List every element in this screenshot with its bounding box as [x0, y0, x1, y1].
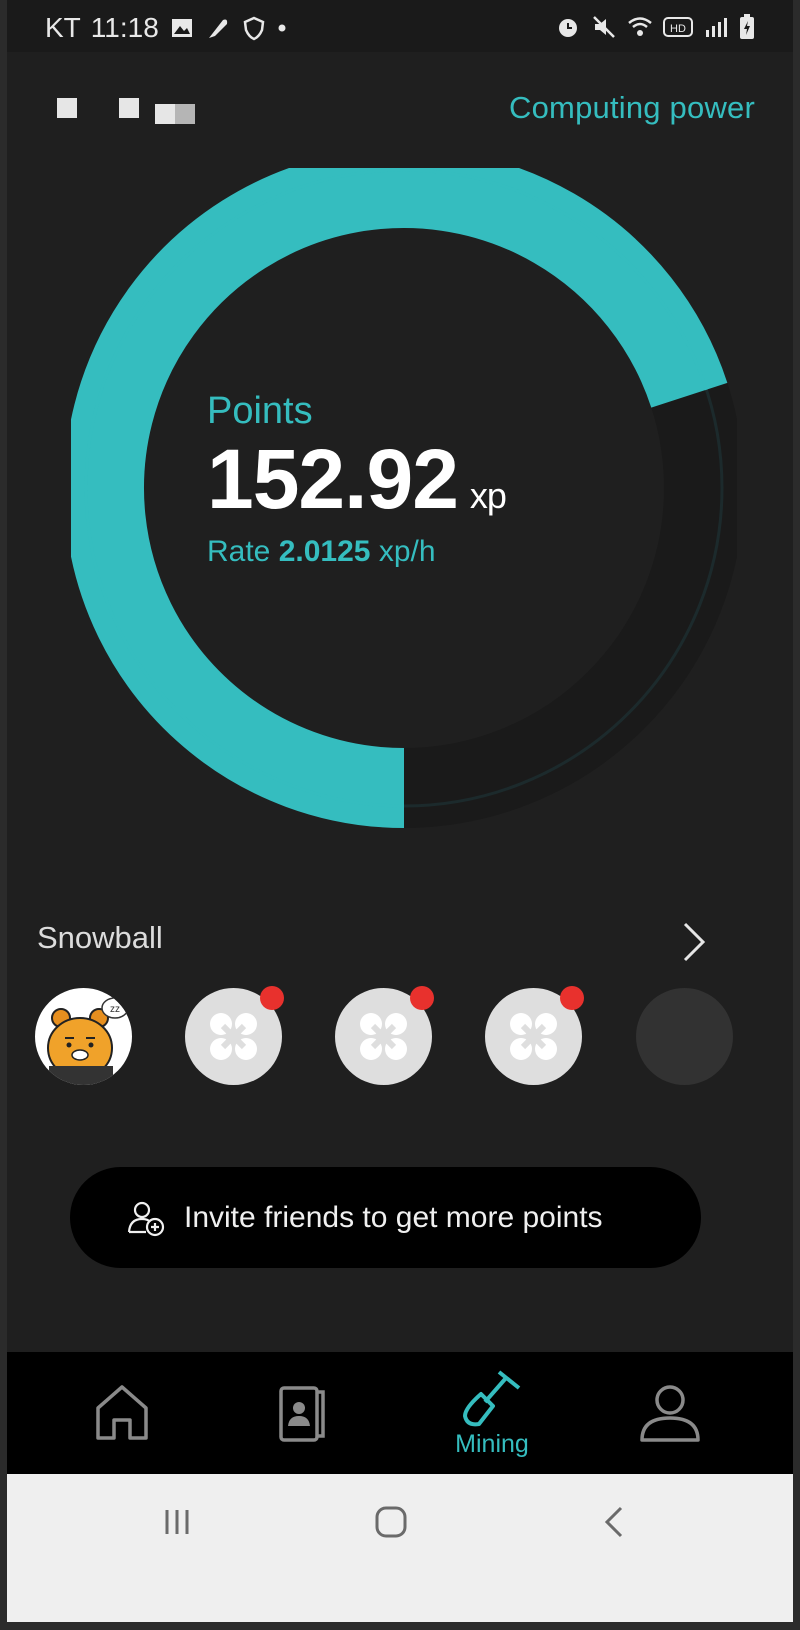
- member-avatar-placeholder[interactable]: [335, 986, 434, 1085]
- bottom-navigation: Mining: [7, 1352, 793, 1474]
- invite-friends-label: Invite friends to get more points: [184, 1200, 603, 1234]
- points-unit: xp: [469, 475, 507, 516]
- notification-badge: [410, 986, 434, 1010]
- contacts-icon: [279, 1386, 325, 1442]
- rate-unit: xp/h: [378, 535, 436, 568]
- points-value-row: 152.92 xp: [207, 432, 507, 526]
- profile-icon: [640, 1385, 700, 1442]
- home-icon: [96, 1385, 148, 1440]
- signal-icon: [706, 18, 727, 37]
- member-avatar-placeholder[interactable]: [485, 986, 584, 1085]
- add-user-icon: [127, 1201, 165, 1236]
- feather-icon: [208, 19, 227, 38]
- mute-icon: [593, 16, 615, 38]
- points-label: Points: [207, 390, 313, 432]
- svg-text:zz: zz: [110, 1004, 120, 1015]
- carrier-label: KT: [45, 12, 81, 43]
- snowball-members: zz: [35, 986, 775, 1088]
- battery-charging-icon: [740, 14, 754, 39]
- rate-label: Rate: [207, 535, 271, 568]
- clock: 11:18: [90, 12, 159, 43]
- alarm-icon: [559, 19, 577, 37]
- points-summary: Points 152.92 xp Rate 2.0125 xp/h: [207, 390, 507, 569]
- wifi-icon: [628, 17, 652, 36]
- recents-icon[interactable]: [159, 1504, 195, 1540]
- member-slot-empty[interactable]: [636, 988, 733, 1085]
- back-icon[interactable]: [597, 1504, 633, 1540]
- nav-mining[interactable]: Mining: [427, 1352, 557, 1474]
- svg-text:HD: HD: [670, 23, 686, 35]
- status-right: HD: [555, 14, 755, 40]
- nav-contacts[interactable]: [247, 1352, 357, 1474]
- snowball-title: Snowball: [37, 920, 163, 955]
- home-button-icon[interactable]: [371, 1502, 411, 1542]
- invite-friends-button[interactable]: Invite friends to get more points: [70, 1167, 701, 1268]
- computing-power-link[interactable]: Computing power: [509, 90, 755, 126]
- rate-line: Rate 2.0125 xp/h: [207, 535, 506, 569]
- points-value: 152.92: [207, 432, 459, 526]
- nav-mining-label: Mining: [455, 1429, 529, 1458]
- hd-icon: HD: [663, 17, 693, 37]
- member-avatar-placeholder[interactable]: [185, 986, 284, 1085]
- system-navigation-bar: [7, 1474, 793, 1622]
- nav-profile[interactable]: [615, 1352, 725, 1474]
- shovel-icon: [463, 1369, 521, 1426]
- notification-badge: [560, 986, 584, 1010]
- notification-badge: [260, 986, 284, 1010]
- status-bar: KT 11:18 HD: [7, 0, 793, 52]
- image-icon: [171, 19, 192, 37]
- member-avatar-kakao[interactable]: zz: [35, 988, 132, 1085]
- rate-value: 2.0125: [278, 535, 371, 568]
- shield-icon: [243, 16, 265, 41]
- nav-home[interactable]: [67, 1352, 177, 1474]
- app-screen: KT 11:18 HD Computing power Points 152.9…: [7, 0, 793, 1622]
- kakao-bear-avatar: zz: [36, 989, 130, 1085]
- header: Computing power: [7, 60, 793, 160]
- status-left: KT 11:18: [45, 12, 287, 44]
- dot-icon: [278, 24, 286, 32]
- chevron-right-icon[interactable]: [673, 918, 713, 966]
